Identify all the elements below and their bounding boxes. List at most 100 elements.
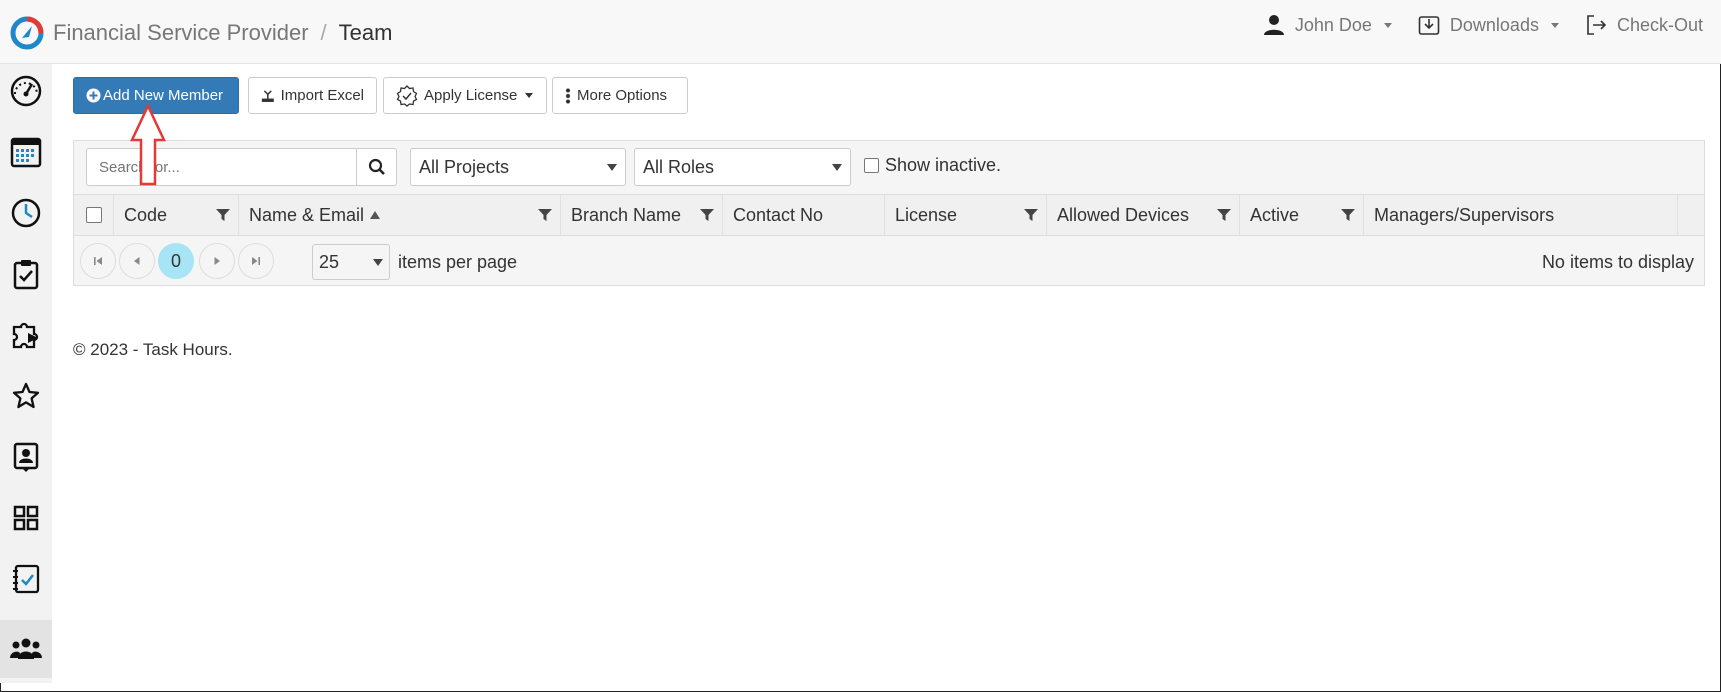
column-label-code: Code xyxy=(124,204,168,225)
column-label-contact-no: Contact No xyxy=(733,204,824,225)
page-footer: © 2023 - Task Hours. xyxy=(73,340,233,359)
filter-icon[interactable] xyxy=(538,208,552,222)
user-name: John Doe xyxy=(1294,14,1372,35)
chevron-down-icon xyxy=(607,163,617,171)
import-excel-button[interactable]: Import Excel xyxy=(248,77,377,114)
import-excel-label: Import Excel xyxy=(280,87,364,104)
items-per-page-label: items per page xyxy=(398,252,518,272)
sort-ascending-icon xyxy=(370,211,381,219)
badge-check-icon xyxy=(396,84,418,107)
column-label-managers: Managers/Supervisors xyxy=(1374,204,1555,225)
annotation-arrow-icon xyxy=(130,104,166,186)
pager-status: No items to display xyxy=(1541,252,1694,272)
user-icon xyxy=(1263,15,1284,35)
clipboard-check-icon xyxy=(13,260,39,290)
column-header-code[interactable]: Code xyxy=(114,195,239,235)
column-header-name-email[interactable]: Name & Email xyxy=(239,195,561,235)
search-button[interactable] xyxy=(357,148,397,186)
column-header-contact-no[interactable]: Contact No xyxy=(723,195,885,235)
column-header-branch-name[interactable]: Branch Name xyxy=(561,195,723,235)
next-page-icon xyxy=(214,257,220,265)
next-page-button[interactable] xyxy=(199,243,235,279)
apply-license-button[interactable]: Apply License xyxy=(383,77,547,114)
select-all-checkbox[interactable] xyxy=(86,207,102,223)
current-page-number: 0 xyxy=(170,250,181,271)
sidebar-item-team[interactable] xyxy=(0,620,52,678)
chevron-down-icon xyxy=(1383,22,1392,28)
top-navbar: Financial Service Provider / Team John Doe… xyxy=(0,0,1721,64)
items-per-page-select[interactable]: 25 xyxy=(312,244,390,280)
show-inactive-label: Show inactive. xyxy=(885,155,1002,175)
more-vertical-icon xyxy=(566,88,570,103)
filter-icon[interactable] xyxy=(1341,208,1355,222)
sidebar-item-checklist[interactable] xyxy=(8,561,44,597)
column-label-name-email: Name & Email xyxy=(249,204,365,225)
chevron-down-icon xyxy=(373,258,383,266)
sidebar-item-calendar[interactable] xyxy=(8,134,44,170)
current-page-button[interactable]: 0 xyxy=(158,243,194,279)
prev-page-button[interactable] xyxy=(119,243,155,279)
import-icon xyxy=(261,89,274,102)
filter-icon[interactable] xyxy=(1024,208,1038,222)
filter-icon[interactable] xyxy=(1217,208,1231,222)
chevron-down-icon xyxy=(525,93,534,98)
grid-icon xyxy=(13,505,39,531)
column-header-license[interactable]: License xyxy=(885,195,1047,235)
column-label-active: Active xyxy=(1250,204,1300,225)
sidebar-item-tasks[interactable] xyxy=(8,256,44,292)
members-grid: All Projects All Roles Show inactive. Co… xyxy=(73,140,1705,286)
filter-icon[interactable] xyxy=(700,208,714,222)
table-header: Code Name & Email Branch Name Contact No… xyxy=(74,194,1704,236)
navbar-right: John Doe Downloads Check-Out xyxy=(1263,14,1703,36)
team-icon xyxy=(10,638,42,659)
show-inactive-checkbox[interactable] xyxy=(864,158,879,173)
star-icon xyxy=(12,382,40,409)
column-header-managers[interactable]: Managers/Supervisors xyxy=(1364,195,1678,235)
user-menu[interactable]: John Doe xyxy=(1263,14,1392,36)
chevron-down-icon xyxy=(1550,22,1559,28)
downloads-label: Downloads xyxy=(1449,14,1539,35)
checklist-icon xyxy=(13,564,40,594)
downloads-menu[interactable]: Downloads xyxy=(1418,14,1559,36)
show-inactive-toggle[interactable]: Show inactive. xyxy=(864,155,1001,176)
items-per-page-value: 25 xyxy=(319,251,340,272)
download-icon xyxy=(1418,16,1440,35)
projects-select-value: All Projects xyxy=(419,156,510,177)
more-options-button[interactable]: More Options xyxy=(552,77,688,114)
projects-select[interactable]: All Projects xyxy=(410,148,626,186)
chevron-down-icon xyxy=(832,163,842,171)
filter-icon[interactable] xyxy=(216,208,230,222)
column-header-allowed-devices[interactable]: Allowed Devices xyxy=(1047,195,1240,235)
pager: 0 25 items per page No items to display xyxy=(74,237,1704,285)
last-page-button[interactable] xyxy=(238,243,274,279)
sidebar-item-favorites[interactable] xyxy=(8,378,44,414)
last-page-icon xyxy=(252,257,260,265)
roles-select[interactable]: All Roles xyxy=(634,148,851,186)
select-all-cell xyxy=(74,195,114,235)
clock-icon xyxy=(11,198,41,228)
column-label-allowed-devices: Allowed Devices xyxy=(1057,204,1190,225)
breadcrumb-brand[interactable]: Financial Service Provider xyxy=(53,20,309,45)
more-options-label: More Options xyxy=(577,87,668,104)
contact-icon xyxy=(13,442,39,472)
first-page-icon xyxy=(94,257,102,265)
sidebar-item-contacts[interactable] xyxy=(8,439,44,475)
apply-license-label: Apply License xyxy=(424,87,518,104)
search-icon xyxy=(368,158,385,175)
roles-select-value: All Roles xyxy=(643,156,715,177)
sidebar-item-modules[interactable] xyxy=(8,500,44,536)
search-input[interactable] xyxy=(86,148,357,186)
sidebar-item-projects[interactable] xyxy=(8,317,44,353)
breadcrumb: Financial Service Provider / Team xyxy=(53,20,392,46)
app-logo-icon[interactable] xyxy=(10,16,44,50)
column-label-license: License xyxy=(895,204,958,225)
sidebar-item-timesheet[interactable] xyxy=(8,195,44,231)
dashboard-icon xyxy=(10,75,42,107)
sidebar-item-dashboard[interactable] xyxy=(8,73,44,109)
checkout-link[interactable]: Check-Out xyxy=(1585,14,1703,36)
column-header-active[interactable]: Active xyxy=(1240,195,1364,235)
first-page-button[interactable] xyxy=(80,243,116,279)
breadcrumb-separator: / xyxy=(320,20,327,45)
add-new-member-label: Add New Member xyxy=(103,87,224,104)
column-label-branch-name: Branch Name xyxy=(571,204,682,225)
